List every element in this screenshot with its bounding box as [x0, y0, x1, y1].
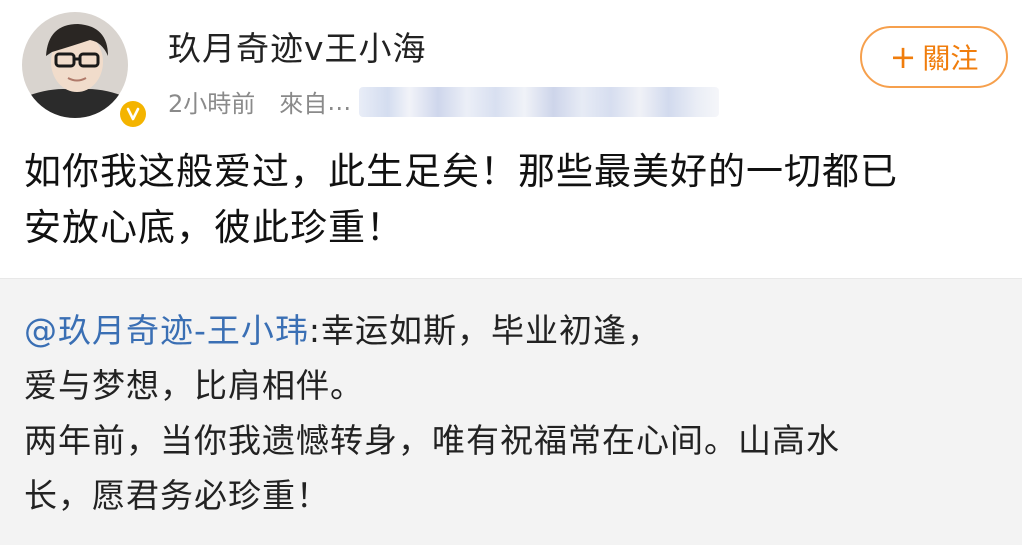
- source-label: 來自: [279, 90, 328, 118]
- retweet-line: @玖月奇迹-王小玮:幸运如斯，毕业初逢，: [24, 303, 994, 358]
- source-ellipsis: …: [327, 87, 352, 116]
- plus-icon: +: [889, 38, 917, 76]
- post-text-line: 安放心底，彼此珍重！: [24, 206, 404, 249]
- mention-link[interactable]: @玖月奇迹-王小玮: [24, 311, 309, 350]
- retweet-line: 两年前，当你我遗憾转身，唯有祝福常在心间。山高水: [24, 421, 840, 460]
- retweet-line: 长，愿君务必珍重！: [24, 476, 330, 515]
- follow-button[interactable]: + 關注: [860, 26, 1008, 88]
- post-time[interactable]: 2小時前: [168, 84, 255, 119]
- retweet-line: 爱与梦想，比肩相伴。: [24, 366, 364, 405]
- retweet-text: @玖月奇迹-王小玮:幸运如斯，毕业初逢， 爱与梦想，比肩相伴。 两年前，当你我遗…: [24, 303, 994, 523]
- username[interactable]: 玖月奇迹v王小海: [168, 22, 427, 70]
- weibo-post: 玖月奇迹v王小海 2小時前 來自 … + 關注 如你我这般爱过，此生足矣！那些最…: [0, 0, 1022, 278]
- post-text: 如你我这般爱过，此生足矣！那些最美好的一切都已 安放心底，彼此珍重！: [24, 144, 994, 256]
- post-meta: 2小時前 來自 …: [168, 84, 720, 119]
- retweeted-post[interactable]: @玖月奇迹-王小玮:幸运如斯，毕业初逢， 爱与梦想，比肩相伴。 两年前，当你我遗…: [0, 278, 1022, 545]
- post-text-line: 如你我这般爱过，此生足矣！那些最美好的一切都已: [24, 150, 898, 193]
- user-avatar-icon: [22, 12, 128, 118]
- user-avatar[interactable]: [22, 12, 149, 130]
- verified-badge: [117, 98, 149, 130]
- retweet-line-rest: :幸运如斯，毕业初逢，: [308, 311, 662, 350]
- verified-badge-icon: [120, 101, 146, 127]
- blurred-source: [359, 86, 720, 117]
- follow-label: 關注: [922, 42, 979, 75]
